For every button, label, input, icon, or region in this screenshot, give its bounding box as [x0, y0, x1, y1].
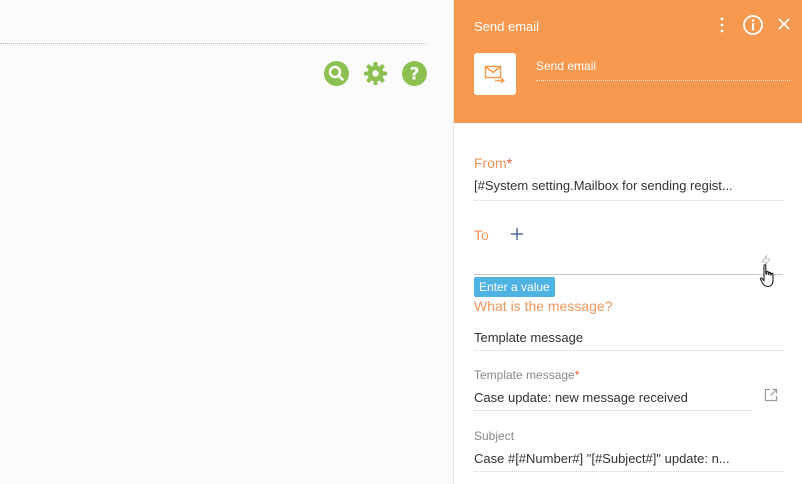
template-label: Template message*: [474, 368, 579, 382]
email-send-icon: [484, 65, 505, 84]
panel-header: Send email Send email: [454, 0, 802, 123]
required-marker: *: [506, 155, 513, 171]
workspace-divider: [0, 43, 426, 44]
search-icon[interactable]: [324, 61, 349, 86]
element-name-underline: [536, 80, 790, 81]
kebab-menu-icon[interactable]: [718, 16, 726, 39]
open-link-icon[interactable]: [763, 387, 779, 408]
to-field[interactable]: [474, 274, 783, 275]
properties-panel: Send email Send email From* [#System set…: [453, 0, 802, 484]
subject-underline: [474, 471, 783, 472]
gear-icon[interactable]: [363, 61, 388, 86]
message-type-field[interactable]: Template message: [474, 330, 774, 345]
enter-value-hint: Enter a value: [474, 277, 555, 297]
element-name[interactable]: Send email: [536, 59, 596, 73]
template-underline: [474, 410, 752, 411]
template-field[interactable]: Case update: new message received: [474, 390, 744, 405]
message-type-underline: [474, 350, 783, 351]
subject-label: Subject: [474, 429, 515, 443]
from-field[interactable]: [#System setting.Mailbox for sending reg…: [474, 178, 764, 193]
info-icon[interactable]: [742, 14, 764, 41]
screen: ? Send email Send email From* [#System s…: [0, 0, 802, 484]
svg-text:?: ?: [410, 65, 420, 85]
panel-body: From* [#System setting.Mailbox for sendi…: [454, 123, 802, 484]
template-label-text: Template message: [474, 368, 575, 382]
panel-title: Send email: [474, 19, 540, 34]
close-icon[interactable]: [777, 17, 791, 36]
from-label: From*: [474, 155, 512, 171]
to-label: To: [474, 227, 489, 243]
message-label: What is the message?: [474, 298, 613, 314]
from-label-text: From: [474, 155, 507, 171]
from-underline: [474, 200, 783, 201]
subject-field[interactable]: Case #[#Number#] "[#Subject#]" update: n…: [474, 451, 764, 466]
add-icon[interactable]: [510, 227, 524, 241]
element-icon-tile: [474, 53, 516, 95]
required-marker: *: [574, 368, 580, 382]
hand-cursor-icon: [759, 263, 777, 294]
help-icon[interactable]: ?: [402, 61, 427, 86]
workspace-area: ?: [0, 0, 453, 484]
